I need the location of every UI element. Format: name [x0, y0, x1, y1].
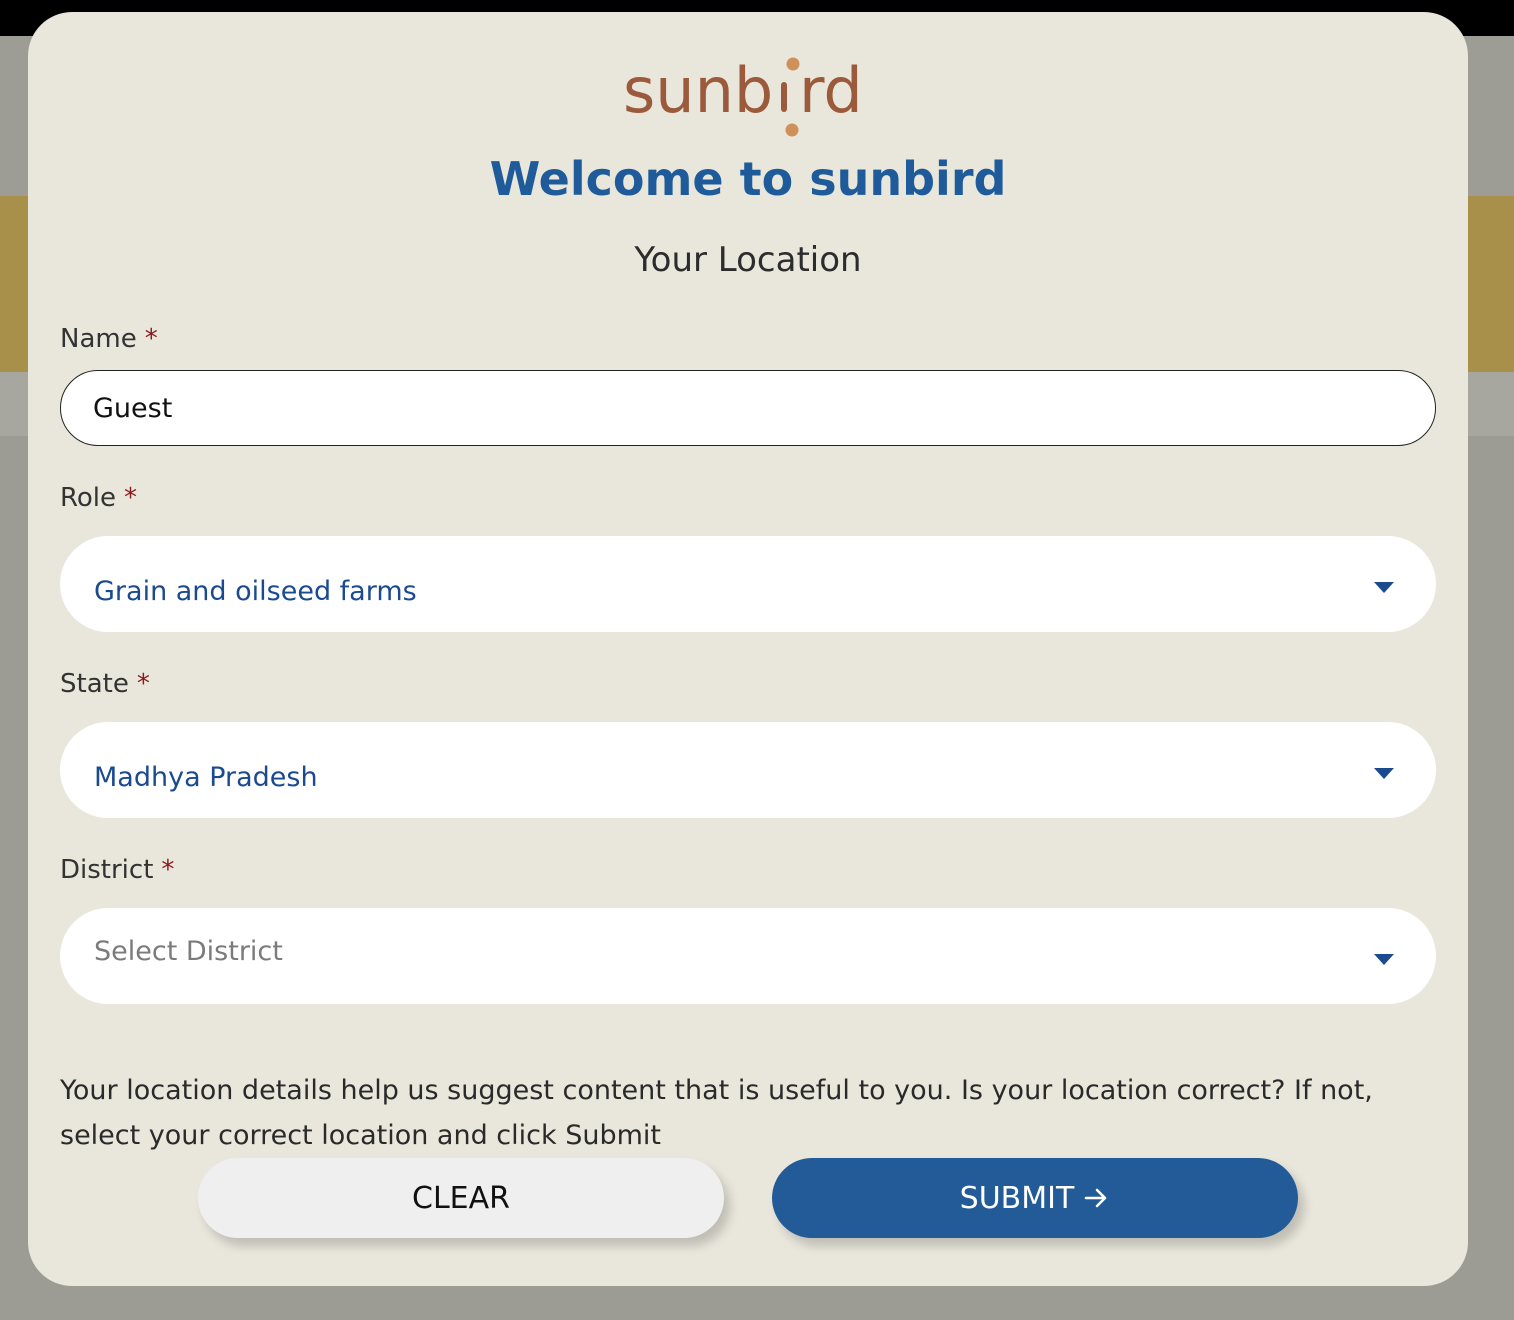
clear-button[interactable]: CLEAR: [198, 1158, 724, 1238]
location-info-text: Your location details help us suggest co…: [60, 1075, 1373, 1151]
name-input[interactable]: [60, 370, 1436, 446]
role-select[interactable]: Grain and oilseed farms: [60, 536, 1436, 632]
district-label: District *: [60, 855, 174, 886]
state-select-value: Madhya Pradesh: [94, 762, 318, 793]
arrow-right-icon: [1082, 1184, 1110, 1212]
role-select-value: Grain and oilseed farms: [94, 576, 417, 607]
role-label: Role *: [60, 483, 137, 514]
required-marker: *: [161, 855, 175, 885]
location-modal: sunb rd Welcome to sunbird Your Location…: [28, 12, 1468, 1286]
district-select-placeholder: Select District: [94, 936, 283, 967]
state-select[interactable]: Madhya Pradesh: [60, 722, 1436, 818]
required-marker: *: [144, 324, 158, 354]
clear-button-label: CLEAR: [412, 1180, 510, 1216]
state-label: State *: [60, 669, 150, 700]
name-label-text: Name: [60, 324, 137, 354]
location-subtitle: Your Location: [634, 240, 862, 280]
submit-button-label: SUBMIT: [959, 1180, 1075, 1216]
welcome-title: Welcome to sunbird: [489, 152, 1007, 206]
sunbird-logo-mark: sunb rd: [623, 54, 863, 137]
required-marker: *: [136, 669, 150, 699]
chevron-down-icon: [1374, 954, 1394, 965]
required-marker: *: [124, 483, 138, 513]
state-label-text: State: [60, 669, 129, 699]
submit-button[interactable]: SUBMIT: [772, 1158, 1298, 1238]
logo-text-right: rd: [799, 54, 863, 127]
district-select[interactable]: Select District: [60, 908, 1436, 1004]
district-label-text: District: [60, 855, 154, 885]
role-label-text: Role: [60, 483, 117, 513]
logo-text-left: sunb: [623, 54, 773, 127]
chevron-down-icon: [1374, 582, 1394, 593]
sunbird-logo: sunb rd: [28, 48, 1468, 140]
chevron-down-icon: [1374, 768, 1394, 779]
name-label: Name *: [60, 324, 158, 355]
